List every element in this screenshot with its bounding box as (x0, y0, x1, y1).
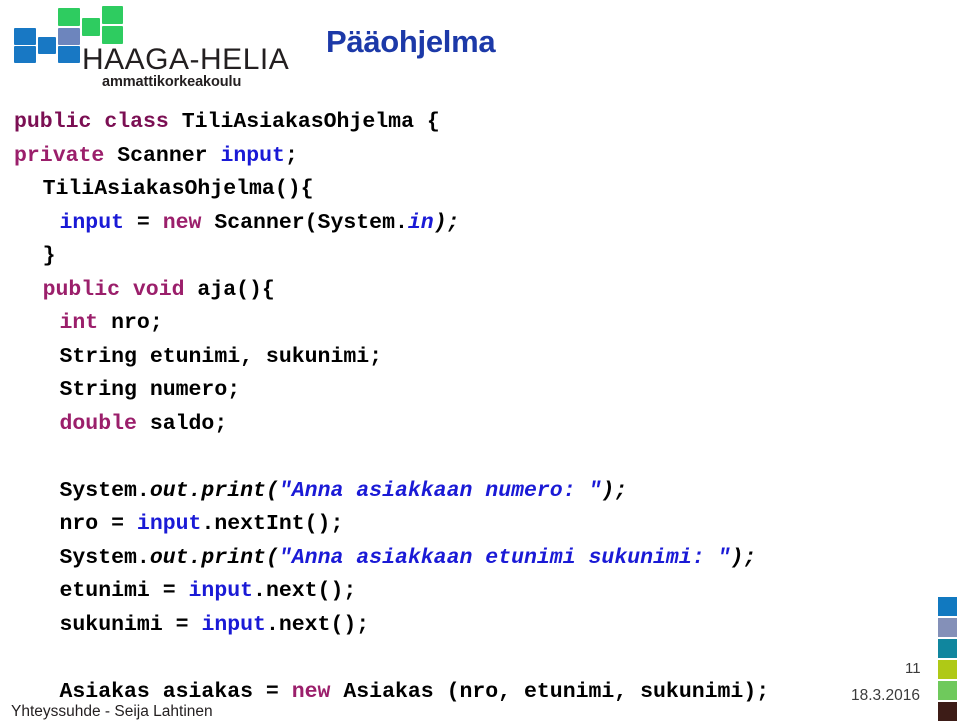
code-line: private Scanner input; (14, 140, 944, 174)
code-token: in (407, 210, 434, 235)
square-blue-1 (14, 28, 36, 45)
code-line: TiliAsiakasOhjelma(){ (14, 173, 944, 207)
code-token: private (14, 143, 118, 168)
code-token: System. (59, 545, 150, 570)
code-line: System.out.print("Anna asiakkaan etunimi… (14, 542, 944, 576)
code-line: String etunimi, sukunimi; (14, 341, 944, 375)
code-line: } (14, 240, 944, 274)
code-token: .next(); (265, 612, 370, 637)
code-line: input = new Scanner(System.in); (14, 207, 944, 241)
strip-teal (938, 639, 957, 658)
code-line: public class TiliAsiakasOhjelma { (14, 106, 944, 140)
code-line: String numero; (14, 374, 944, 408)
page-title: Pääohjelma (326, 24, 496, 59)
square-green-4 (102, 26, 123, 44)
strip-maroon (938, 702, 957, 721)
square-green-2 (82, 18, 100, 36)
code-token: sukunimi = (59, 612, 202, 637)
strip-slate (938, 618, 957, 637)
code-token: new (162, 210, 215, 235)
square-blue-3 (38, 37, 56, 54)
code-token: new (291, 679, 344, 704)
brand-color-strip (938, 597, 957, 723)
code-token: ); (730, 545, 757, 570)
code-token: = (124, 210, 163, 235)
code-token: TiliAsiakasOhjelma(){ (42, 177, 314, 201)
code-token: "Anna asiakkaan etunimi sukunimi: " (278, 545, 731, 570)
code-token: input (220, 143, 285, 168)
code-line: nro = input.nextInt(); (14, 508, 944, 542)
slide-date: 18.3.2016 (851, 687, 920, 704)
java-code-block: public class TiliAsiakasOhjelma {private… (14, 106, 944, 709)
code-line: int nro; (14, 307, 944, 341)
code-token: ); (433, 210, 460, 235)
code-token: input (59, 210, 125, 235)
footer-note: Yhteyssuhde - Seija Lahtinen (11, 703, 213, 720)
code-token: input (201, 612, 266, 637)
code-token: Scanner (117, 143, 221, 168)
code-token: nro; (111, 311, 163, 335)
code-token: ); (601, 478, 628, 503)
square-green-3 (102, 6, 123, 24)
code-token: nro = (59, 512, 137, 536)
code-token: public void (42, 277, 198, 302)
strip-blue (938, 597, 957, 616)
code-token: int (59, 311, 112, 335)
code-token: String numero; (59, 378, 241, 402)
code-token: "Anna asiakkaan numero: " (278, 478, 602, 503)
square-slate (58, 28, 80, 45)
code-token: input (188, 579, 254, 603)
code-token: System. (59, 478, 150, 503)
code-token: String etunimi, sukunimi; (59, 344, 383, 369)
square-blue-4 (58, 46, 80, 63)
haaga-helia-logo: HAAGA-HELIA ammattikorkeakoulu (14, 2, 314, 94)
code-token: input (136, 512, 202, 536)
logo-subline: ammattikorkeakoulu (102, 74, 242, 90)
code-line: sukunimi = input.next(); (14, 609, 944, 643)
code-token: .nextInt(); (201, 512, 344, 536)
code-token: out.print( (149, 545, 279, 570)
code-token: etunimi = (59, 579, 189, 603)
page-number: 11 (905, 660, 921, 677)
code-token: } (42, 244, 56, 268)
code-line: System.out.print("Anna asiakkaan numero:… (14, 475, 944, 509)
strip-lime (938, 660, 957, 679)
code-token: TiliAsiakasOhjelma { (181, 110, 440, 134)
square-blue-2 (14, 46, 36, 63)
code-token: public class (14, 110, 182, 134)
code-token: Asiakas asiakas = (59, 679, 292, 704)
code-token: ; (284, 143, 298, 168)
code-token: Asiakas (nro, etunimi, sukunimi); (343, 679, 770, 704)
code-token: aja(){ (197, 277, 275, 302)
code-line: double saldo; (14, 408, 944, 442)
code-token: Scanner(System. (214, 210, 408, 235)
code-token: saldo; (149, 411, 228, 436)
code-token: out.print( (149, 478, 279, 503)
code-token: double (59, 411, 150, 436)
code-line: public void aja(){ (14, 274, 944, 308)
code-line: etunimi = input.next(); (14, 575, 944, 609)
strip-green (938, 681, 957, 700)
square-green-1 (58, 8, 80, 26)
logo-wordmark: HAAGA-HELIA (82, 43, 290, 76)
code-token: .next(); (253, 579, 357, 603)
